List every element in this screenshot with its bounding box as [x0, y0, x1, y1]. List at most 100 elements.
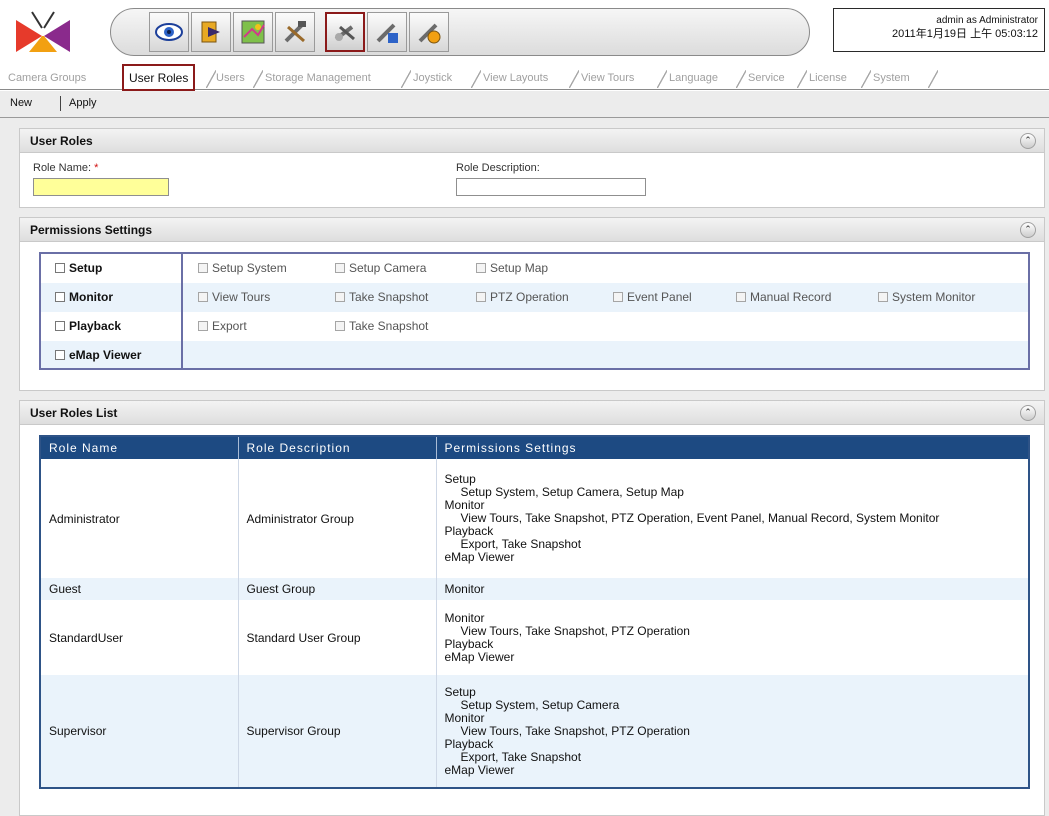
perm-take-snapshot[interactable]: Take Snapshot — [335, 290, 428, 304]
checkbox-icon — [335, 321, 345, 331]
perm-group-text: Playback — [444, 736, 494, 751]
perm-item-label: View Tours — [212, 290, 271, 304]
perm-row-monitor: Monitor View Tours Take Snapshot PTZ Ope… — [41, 283, 1028, 312]
perm-view-tours[interactable]: View Tours — [198, 290, 270, 304]
role-description-cell: Guest Group — [238, 578, 437, 600]
perm-items-text: Export, Take Snapshot — [460, 537, 582, 551]
perm-manual-record[interactable]: Manual Record — [736, 290, 831, 304]
perm-items-text: View Tours, Take Snapshot, PTZ Operation — [460, 723, 690, 738]
perm-playback-snapshot[interactable]: Take Snapshot — [335, 319, 428, 333]
perm-row-setup: Setup Setup System Setup Camera Setup Ma… — [41, 254, 1028, 283]
column-header[interactable]: Permissions Settings — [436, 437, 1028, 459]
checkbox-icon — [335, 263, 345, 273]
role-name-label: Role Name: * — [33, 162, 98, 174]
role-name-cell: Administrator — [41, 459, 239, 578]
emap-icon[interactable] — [233, 12, 273, 52]
role-name-input[interactable] — [33, 178, 169, 196]
perm-group-text: eMap Viewer — [444, 649, 515, 664]
checkbox-icon — [736, 292, 746, 302]
user-roles-panel: User Roles ⌃ Role Name: * Role Descripti… — [19, 128, 1045, 208]
perm-setup-camera[interactable]: Setup Camera — [335, 261, 426, 275]
perm-group-text: Setup — [444, 684, 476, 699]
perm-group-text: Playback — [444, 636, 494, 651]
required-mark: * — [94, 162, 99, 174]
perm-item-label: Take Snapshot — [349, 290, 429, 304]
perm-item-label: Take Snapshot — [349, 319, 429, 333]
panel-header: User Roles List ⌃ — [20, 401, 1044, 425]
live-view-icon[interactable] — [149, 12, 189, 52]
panel-header: User Roles ⌃ — [20, 129, 1044, 153]
tab-users[interactable]: Users — [212, 68, 249, 89]
perm-items-text: View Tours, Take Snapshot, PTZ Operation… — [460, 511, 940, 525]
table-row[interactable]: Administrator Administrator Group Setup … — [41, 459, 1028, 578]
perm-items-text: Setup System, Setup Camera, Setup Map — [460, 485, 684, 499]
tab-language[interactable]: Language — [665, 68, 722, 89]
perm-item-label: PTZ Operation — [490, 290, 569, 304]
apply-button[interactable]: Apply — [69, 97, 97, 109]
perm-item-label: System Monitor — [892, 290, 976, 304]
role-name-cell: Guest — [41, 578, 239, 600]
role-name-cell: StandardUser — [41, 600, 239, 675]
permissions-cell: Monitor View Tours, Take Snapshot, PTZ O… — [436, 600, 1028, 675]
panel-title: User Roles — [30, 134, 93, 148]
panel-title: Permissions Settings — [30, 223, 153, 237]
table-row[interactable]: Guest Guest Group Monitor — [41, 578, 1028, 600]
tab-view-layouts[interactable]: View Layouts — [479, 68, 552, 89]
perm-item-label: Export — [212, 319, 247, 333]
panel-header: Permissions Settings ⌃ — [20, 218, 1044, 242]
maintenance-icon[interactable] — [409, 12, 449, 52]
perm-ptz-operation[interactable]: PTZ Operation — [476, 290, 569, 304]
perm-item-label: Event Panel — [627, 290, 692, 304]
checkbox-icon — [198, 321, 208, 331]
perm-items-text: Setup System, Setup Camera — [460, 697, 620, 712]
role-description-label: Role Description: — [456, 162, 540, 174]
tab-license[interactable]: License — [805, 68, 851, 89]
column-header[interactable]: Role Name — [41, 437, 239, 459]
system-tools-icon[interactable] — [367, 12, 407, 52]
tab-system[interactable]: System — [869, 68, 914, 89]
perm-group-text: eMap Viewer — [444, 550, 515, 564]
new-button[interactable]: New — [10, 97, 32, 109]
column-header[interactable]: Role Description — [238, 437, 437, 459]
perm-setup-system[interactable]: Setup System — [198, 261, 287, 275]
tab-camera-groups[interactable]: Camera Groups — [4, 68, 90, 89]
setup-tools-icon[interactable] — [275, 12, 315, 52]
tab-joystick[interactable]: Joystick — [409, 68, 456, 89]
table-row[interactable]: Supervisor Supervisor Group Setup Setup … — [41, 675, 1028, 787]
collapse-icon[interactable]: ⌃ — [1020, 133, 1036, 149]
tab-separator — [928, 70, 938, 88]
roles-list-panel: User Roles List ⌃ Role Name Role Descrip… — [19, 400, 1045, 816]
main-toolbar — [110, 8, 810, 56]
perm-export[interactable]: Export — [198, 319, 247, 333]
permissions-panel: Permissions Settings ⌃ Setup Setup Syste… — [19, 217, 1045, 391]
collapse-icon[interactable]: ⌃ — [1020, 405, 1036, 421]
tab-storage-management[interactable]: Storage Management — [261, 68, 375, 89]
tab-user-roles[interactable]: User Roles — [122, 64, 196, 91]
collapse-icon[interactable]: ⌃ — [1020, 222, 1036, 238]
app-header: admin as Administrator 2011年1月19日 上午 05:… — [0, 0, 1049, 64]
perm-row-emap: eMap Viewer — [41, 341, 1028, 368]
user-status-box: admin as Administrator 2011年1月19日 上午 05:… — [833, 8, 1045, 52]
perm-system-monitor[interactable]: System Monitor — [878, 290, 975, 304]
permissions-grid: Setup Setup System Setup Camera Setup Ma… — [39, 252, 1030, 370]
perm-event-panel[interactable]: Event Panel — [613, 290, 692, 304]
table-row[interactable]: StandardUser Standard User Group Monitor… — [41, 600, 1028, 675]
perm-group-text: eMap Viewer — [444, 762, 515, 777]
perm-group-text: Monitor — [444, 610, 485, 625]
panel-title: User Roles List — [30, 406, 118, 420]
perm-setup-map[interactable]: Setup Map — [476, 261, 548, 275]
permissions-cell: Setup Setup System, Setup Camera, Setup … — [436, 459, 1028, 578]
permissions-cell: Setup Setup System, Setup Camera Monitor… — [436, 675, 1028, 787]
perm-group-text: Monitor — [444, 710, 485, 725]
role-description-input[interactable] — [456, 178, 646, 196]
roles-table: Role Name Role Description Permissions S… — [39, 435, 1030, 789]
checkbox-icon — [878, 292, 888, 302]
checkbox-icon — [476, 263, 486, 273]
playback-icon[interactable] — [191, 12, 231, 52]
action-bar: New Apply — [0, 91, 1049, 118]
user-admin-icon[interactable] — [325, 12, 365, 52]
tab-view-tours[interactable]: View Tours — [577, 68, 638, 89]
tab-service[interactable]: Service — [744, 68, 789, 89]
role-name-cell: Supervisor — [41, 675, 239, 787]
perm-items-text: View Tours, Take Snapshot, PTZ Operation — [460, 623, 690, 638]
